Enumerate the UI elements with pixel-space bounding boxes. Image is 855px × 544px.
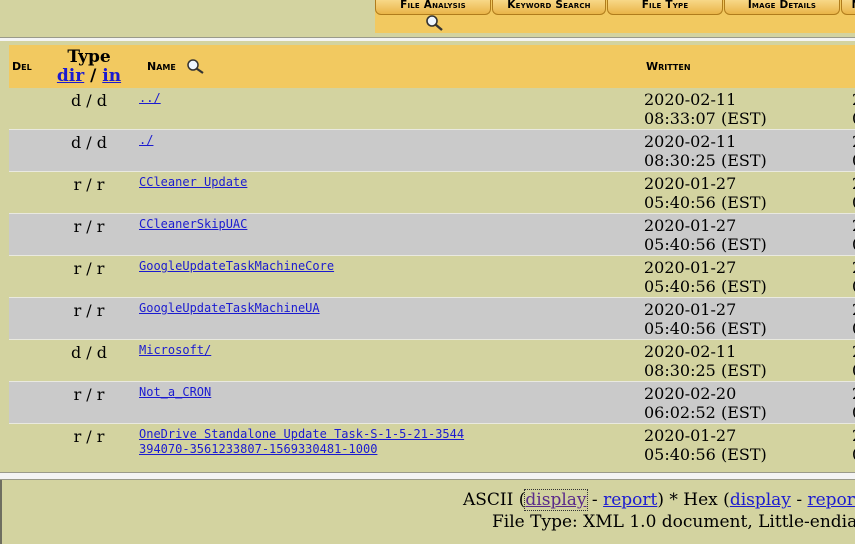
tab-meta-data[interactable]: M	[841, 0, 855, 15]
file-name-link[interactable]: CCleanerSkipUAC	[139, 217, 629, 232]
table-row[interactable]: d / d ./ 2020-02-11 08:30:25 (EST) 2 0	[9, 130, 855, 172]
header-del[interactable]: Del	[12, 60, 32, 73]
ascii-display-link[interactable]: display	[524, 489, 588, 511]
sort-in-link[interactable]: in	[102, 66, 121, 86]
hex-report-link[interactable]: report	[807, 490, 855, 510]
header-type: Type dir / in	[49, 48, 129, 86]
entry-type: r / r	[73, 301, 105, 320]
file-name-link[interactable]: Not_a_CRON	[139, 385, 629, 400]
table-row[interactable]: r / r GoogleUpdateTaskMachineCore 2020-0…	[9, 256, 855, 298]
table-row[interactable]: d / d Microsoft/ 2020-02-11 08:30:25 (ES…	[9, 340, 855, 382]
written-time: 2020-02-20 06:02:52 (EST)	[644, 384, 767, 422]
separator: -	[790, 490, 808, 510]
written-time: 2020-01-27 05:40:56 (EST)	[644, 258, 767, 296]
entry-type: d / d	[70, 91, 108, 110]
top-bar: File Analysis Keyword Search File Type I…	[0, 0, 855, 33]
entry-type: r / r	[73, 217, 105, 236]
tab-bar: File Analysis Keyword Search File Type I…	[375, 0, 855, 33]
written-time: 2020-02-11 08:30:25 (EST)	[644, 132, 767, 170]
magnifier-icon	[187, 59, 204, 74]
written-time: 2020-01-27 05:40:56 (EST)	[644, 300, 767, 338]
table-row[interactable]: d / d ../ 2020-02-11 08:33:07 (EST) 2 0	[9, 88, 855, 130]
frame-edge	[0, 480, 2, 544]
table-row[interactable]: r / r CCleanerSkipUAC 2020-01-27 05:40:5…	[9, 214, 855, 256]
file-type-info: File Type: XML 1.0 document, Little-endi…	[492, 512, 855, 532]
file-name-link[interactable]: GoogleUpdateTaskMachineUA	[139, 301, 629, 316]
table-row[interactable]: r / r CCleaner Update 2020-01-27 05:40:5…	[9, 172, 855, 214]
written-time: 2020-02-11 08:30:25 (EST)	[644, 342, 767, 380]
entry-type: d / d	[70, 343, 108, 362]
ascii-label: ASCII (	[463, 490, 526, 510]
file-name-link[interactable]: OneDrive Standalone Update Task-S-1-5-21…	[139, 427, 469, 457]
entry-type: r / r	[73, 175, 105, 194]
entry-type: r / r	[73, 385, 105, 404]
table-row[interactable]: r / r GoogleUpdateTaskMachineUA 2020-01-…	[9, 298, 855, 340]
separator: -	[586, 490, 604, 510]
header-written[interactable]: Written	[646, 60, 691, 73]
file-name-link[interactable]: ./	[139, 133, 629, 148]
file-name-link[interactable]: CCleaner Update	[139, 175, 629, 190]
header-name[interactable]: Name	[147, 60, 176, 73]
tab-file-type[interactable]: File Type	[607, 0, 723, 15]
view-options: ASCII (display - report) * Hex (display …	[463, 489, 855, 511]
tab-image-details[interactable]: Image Details	[724, 0, 840, 15]
header-type-label: Type	[67, 47, 111, 67]
written-time: 2020-01-27 05:40:56 (EST)	[644, 216, 767, 254]
magnifier-icon	[426, 15, 443, 31]
entry-type: r / r	[73, 259, 105, 278]
table-row[interactable]: r / r OneDrive Standalone Update Task-S-…	[9, 424, 855, 466]
entry-type: d / d	[70, 133, 108, 152]
frame-divider-bottom	[0, 472, 855, 480]
hex-display-link[interactable]: display	[730, 490, 791, 510]
table-header: Del Type dir / in Name Written	[9, 45, 855, 88]
file-name-link[interactable]: GoogleUpdateTaskMachineCore	[139, 259, 629, 274]
written-time: 2020-02-11 08:33:07 (EST)	[644, 90, 767, 128]
written-time: 2020-01-27 05:40:56 (EST)	[644, 426, 767, 464]
entry-type: r / r	[73, 427, 105, 446]
file-name-link[interactable]: Microsoft/	[139, 343, 629, 358]
separator: ) *	[657, 490, 684, 510]
name-search-button[interactable]	[185, 58, 207, 78]
file-name-link[interactable]: ../	[139, 91, 629, 106]
ascii-report-link[interactable]: report	[603, 490, 657, 510]
search-tab-icon[interactable]	[423, 14, 447, 32]
frame-divider-top	[0, 37, 855, 41]
written-time: 2020-01-27 05:40:56 (EST)	[644, 174, 767, 212]
table-row[interactable]: r / r Not_a_CRON 2020-02-20 06:02:52 (ES…	[9, 382, 855, 424]
sort-dir-link[interactable]: dir	[57, 66, 84, 86]
tab-keyword-search[interactable]: Keyword Search	[492, 0, 606, 15]
hex-label: Hex (	[683, 490, 730, 510]
header-type-separator: /	[84, 66, 103, 86]
tab-file-analysis[interactable]: File Analysis	[375, 0, 491, 15]
